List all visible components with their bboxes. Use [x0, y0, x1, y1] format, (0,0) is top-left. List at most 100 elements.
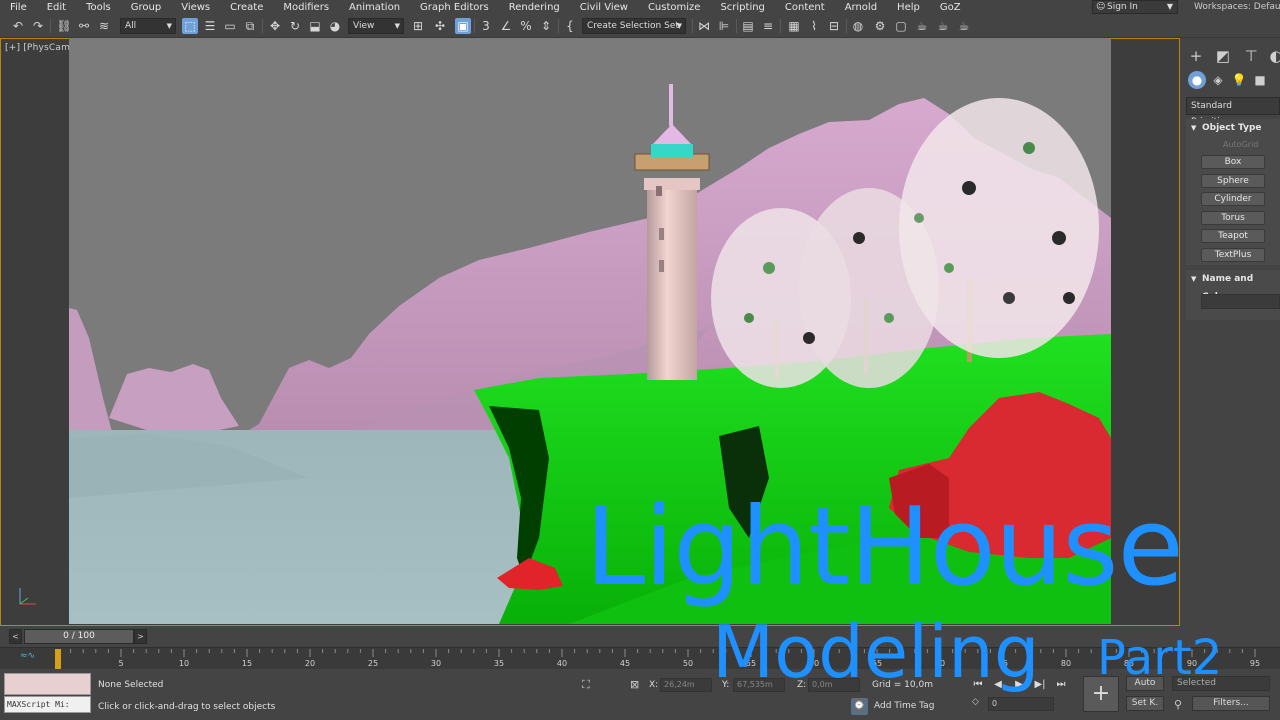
menu-edit[interactable]: Edit: [37, 2, 76, 13]
redo-icon[interactable]: ↷: [30, 18, 46, 34]
undo-icon[interactable]: ↶: [10, 18, 26, 34]
toolbar-divider: [846, 19, 847, 33]
menu-customize[interactable]: Customize: [638, 2, 711, 13]
key-mode-icon[interactable]: ◇: [972, 697, 979, 707]
reference-coordinate-dropdown[interactable]: View ▼: [348, 18, 404, 34]
menu-modifiers[interactable]: Modifiers: [273, 2, 339, 13]
window-crossing-icon[interactable]: ⧉: [242, 18, 258, 34]
rotate-icon[interactable]: ↻: [287, 18, 303, 34]
motion-tab-icon[interactable]: ◐: [1266, 46, 1280, 66]
hierarchy-tab-icon[interactable]: ⊤: [1241, 46, 1261, 66]
cylinder-button[interactable]: Cylinder: [1201, 192, 1265, 206]
menu-scripting[interactable]: Scripting: [710, 2, 774, 13]
layer-explorer-icon[interactable]: ≡: [760, 18, 776, 34]
snaps-toggle-icon[interactable]: 3: [478, 18, 494, 34]
render-active-shade-icon[interactable]: ☕: [956, 18, 972, 34]
percent-snap-icon[interactable]: %: [518, 18, 534, 34]
angle-snap-icon[interactable]: ∠: [498, 18, 514, 34]
rectangle-selection-icon[interactable]: ▭: [222, 18, 238, 34]
unlink-icon[interactable]: ⚯: [76, 18, 92, 34]
prompt-line-text: Click or click-and-drag to select object…: [98, 702, 276, 712]
selection-filter-dropdown[interactable]: All ▼: [120, 18, 176, 34]
menu-group[interactable]: Group: [121, 2, 171, 13]
key-filters-button[interactable]: Filters...: [1192, 696, 1270, 711]
ribbon-toggle-icon[interactable]: ▦: [786, 18, 802, 34]
menu-tools[interactable]: Tools: [76, 2, 121, 13]
box-button[interactable]: Box: [1201, 155, 1265, 169]
object-name-field[interactable]: [1201, 294, 1280, 309]
set-key-button[interactable]: Set K.: [1126, 696, 1164, 711]
object-category-dropdown[interactable]: Standard Primitives: [1186, 97, 1280, 127]
object-type-rollout-header[interactable]: ▼ Object Type: [1186, 119, 1280, 137]
rendered-frame-window-icon[interactable]: ▢: [893, 18, 909, 34]
menu-views[interactable]: Views: [171, 2, 220, 13]
tree-leaf-cluster: [962, 181, 976, 195]
textplus-button[interactable]: TextPlus: [1201, 248, 1265, 262]
keyboard-shortcut-override-icon[interactable]: ▣: [455, 18, 471, 34]
current-frame-field[interactable]: 0: [988, 697, 1054, 711]
placement-icon[interactable]: ◕: [327, 18, 343, 34]
select-by-name-icon[interactable]: ☰: [202, 18, 218, 34]
time-slider-next-button[interactable]: >: [134, 629, 147, 644]
torus-button[interactable]: Torus: [1201, 211, 1265, 225]
maxscript-mini-listener[interactable]: MAXScript Mi:: [4, 696, 91, 713]
menu-help[interactable]: Help: [887, 2, 930, 13]
geometry-category-icon[interactable]: ●: [1188, 71, 1206, 89]
menu-arnold[interactable]: Arnold: [835, 2, 887, 13]
current-frame-marker[interactable]: [55, 649, 61, 669]
render-iterative-icon[interactable]: ☕: [935, 18, 951, 34]
x-coord-field[interactable]: 26,24m: [660, 678, 712, 692]
modify-tab-icon[interactable]: ◩: [1213, 46, 1233, 66]
tree-leaf-cluster: [1063, 292, 1075, 304]
menu-content[interactable]: Content: [775, 2, 835, 13]
link-icon[interactable]: ⛓: [56, 18, 72, 34]
pivot-center-icon[interactable]: ⊞: [410, 18, 426, 34]
maxscript-listener-output[interactable]: [4, 673, 91, 695]
material-editor-icon[interactable]: ◍: [850, 18, 866, 34]
bind-space-warp-icon[interactable]: ≋: [96, 18, 112, 34]
mirror-icon[interactable]: ⋈: [696, 18, 712, 34]
workspaces-selector[interactable]: Workspaces: Defau: [1194, 0, 1280, 14]
time-tag-icon[interactable]: ⌚: [851, 698, 868, 715]
align-icon[interactable]: ⊫: [716, 18, 732, 34]
render-production-icon[interactable]: ☕: [914, 18, 930, 34]
named-selection-set-dropdown[interactable]: Create Selection Set ▼: [582, 18, 686, 34]
render-setup-icon[interactable]: ⚙: [872, 18, 888, 34]
name-and-color-rollout-header[interactable]: ▼ Name and Color: [1186, 270, 1280, 302]
time-slider-prev-button[interactable]: <: [9, 629, 22, 644]
select-object-icon[interactable]: ⬚: [182, 18, 198, 34]
selection-lock-icon[interactable]: ⊠: [630, 678, 639, 691]
select-manipulate-icon[interactable]: ✣: [432, 18, 448, 34]
menu-rendering[interactable]: Rendering: [499, 2, 570, 13]
menu-animation[interactable]: Animation: [339, 2, 410, 13]
sphere-button[interactable]: Sphere: [1201, 174, 1265, 188]
schematic-view-icon[interactable]: ⊟: [826, 18, 842, 34]
toolbar-divider: [262, 19, 263, 33]
menu-goz[interactable]: GoZ: [930, 2, 971, 13]
reference-coordinate-value: View: [353, 21, 375, 31]
time-slider-handle[interactable]: 0 / 100: [24, 629, 134, 644]
menu-graph-editors[interactable]: Graph Editors: [410, 2, 499, 13]
add-time-tag-button[interactable]: Add Time Tag: [874, 701, 934, 711]
lights-category-icon[interactable]: 💡: [1230, 71, 1248, 89]
menu-create[interactable]: Create: [220, 2, 273, 13]
tick-label: 5: [118, 659, 124, 668]
curve-editor-mini-icon[interactable]: ≈∿: [20, 651, 35, 661]
create-tab-plus-icon[interactable]: +: [1186, 46, 1206, 66]
move-icon[interactable]: ✥: [267, 18, 283, 34]
menu-civil-view[interactable]: Civil View: [570, 2, 638, 13]
cameras-category-icon[interactable]: ■: [1251, 71, 1269, 89]
scale-icon[interactable]: ⬓: [307, 18, 323, 34]
go-to-end-icon[interactable]: ⏭: [1053, 677, 1069, 693]
sign-in-dropdown[interactable]: ☺ Sign In ▼: [1092, 0, 1178, 14]
teapot-button[interactable]: Teapot: [1201, 229, 1265, 243]
scene-explorer-icon[interactable]: ▤: [740, 18, 756, 34]
menu-file[interactable]: File: [0, 2, 37, 13]
key-filters-icon[interactable]: ⚲: [1174, 698, 1182, 711]
isolate-selection-icon[interactable]: ⛶: [582, 678, 590, 692]
shapes-category-icon[interactable]: ◈: [1209, 71, 1227, 89]
curve-editor-icon[interactable]: ⌇: [806, 18, 822, 34]
edit-named-selection-icon[interactable]: {: [562, 18, 578, 34]
spinner-snap-icon[interactable]: ⇕: [538, 18, 554, 34]
autogrid-checkbox[interactable]: AutoGrid: [1223, 140, 1258, 149]
